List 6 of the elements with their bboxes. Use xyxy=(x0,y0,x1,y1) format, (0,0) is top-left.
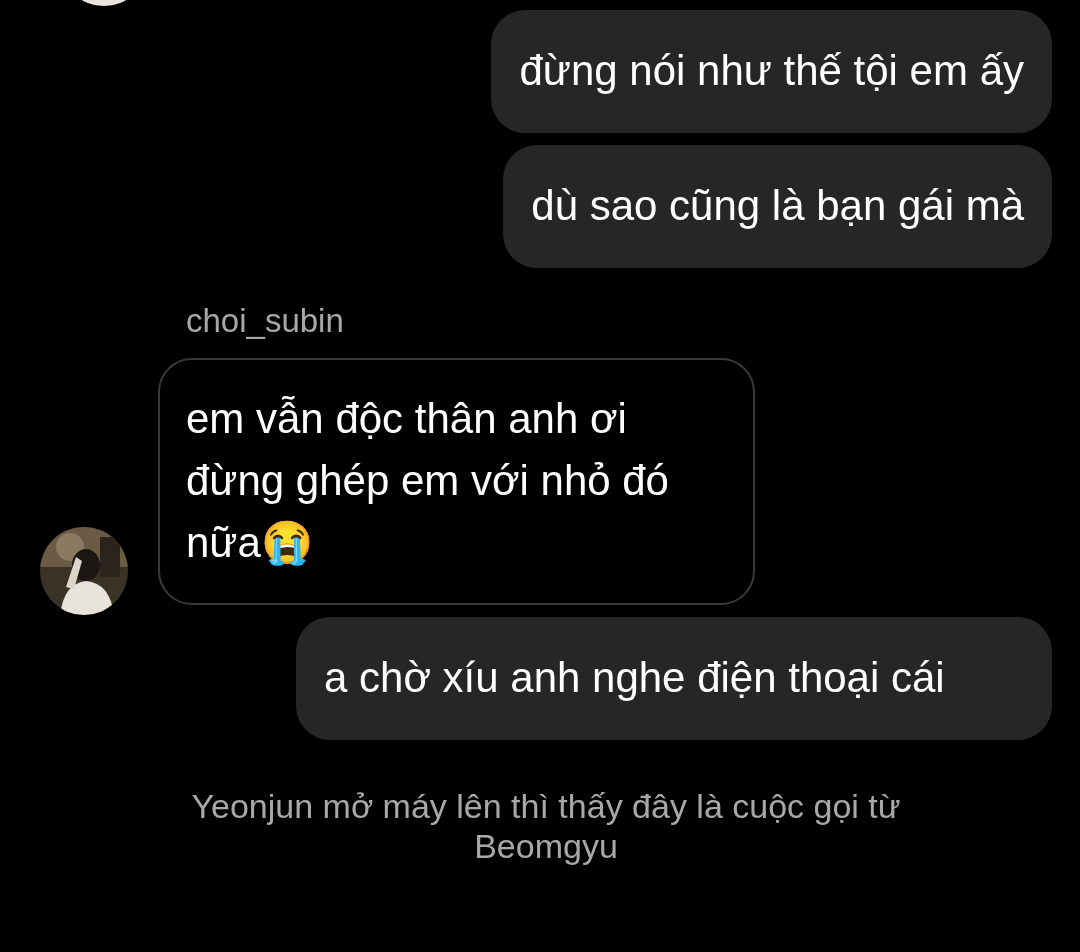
message-bubble: đừng nói như thế tội em ấy xyxy=(491,10,1052,133)
caption-text: Yeonjun mở máy lên thì thấy đây là cuộc gọi từ Beomgyu xyxy=(190,785,902,866)
message-bubble: em vẫn độc thân anh ơi đừng ghép em với nhỏ đó nữa😭 xyxy=(158,357,755,605)
message-bubble: a chờ xíu anh nghe điện thoại cái xyxy=(296,616,1052,740)
message-bubble: dù sao cũng là bạn gái mà xyxy=(503,145,1052,268)
sender-name: choi_subin xyxy=(186,301,345,341)
